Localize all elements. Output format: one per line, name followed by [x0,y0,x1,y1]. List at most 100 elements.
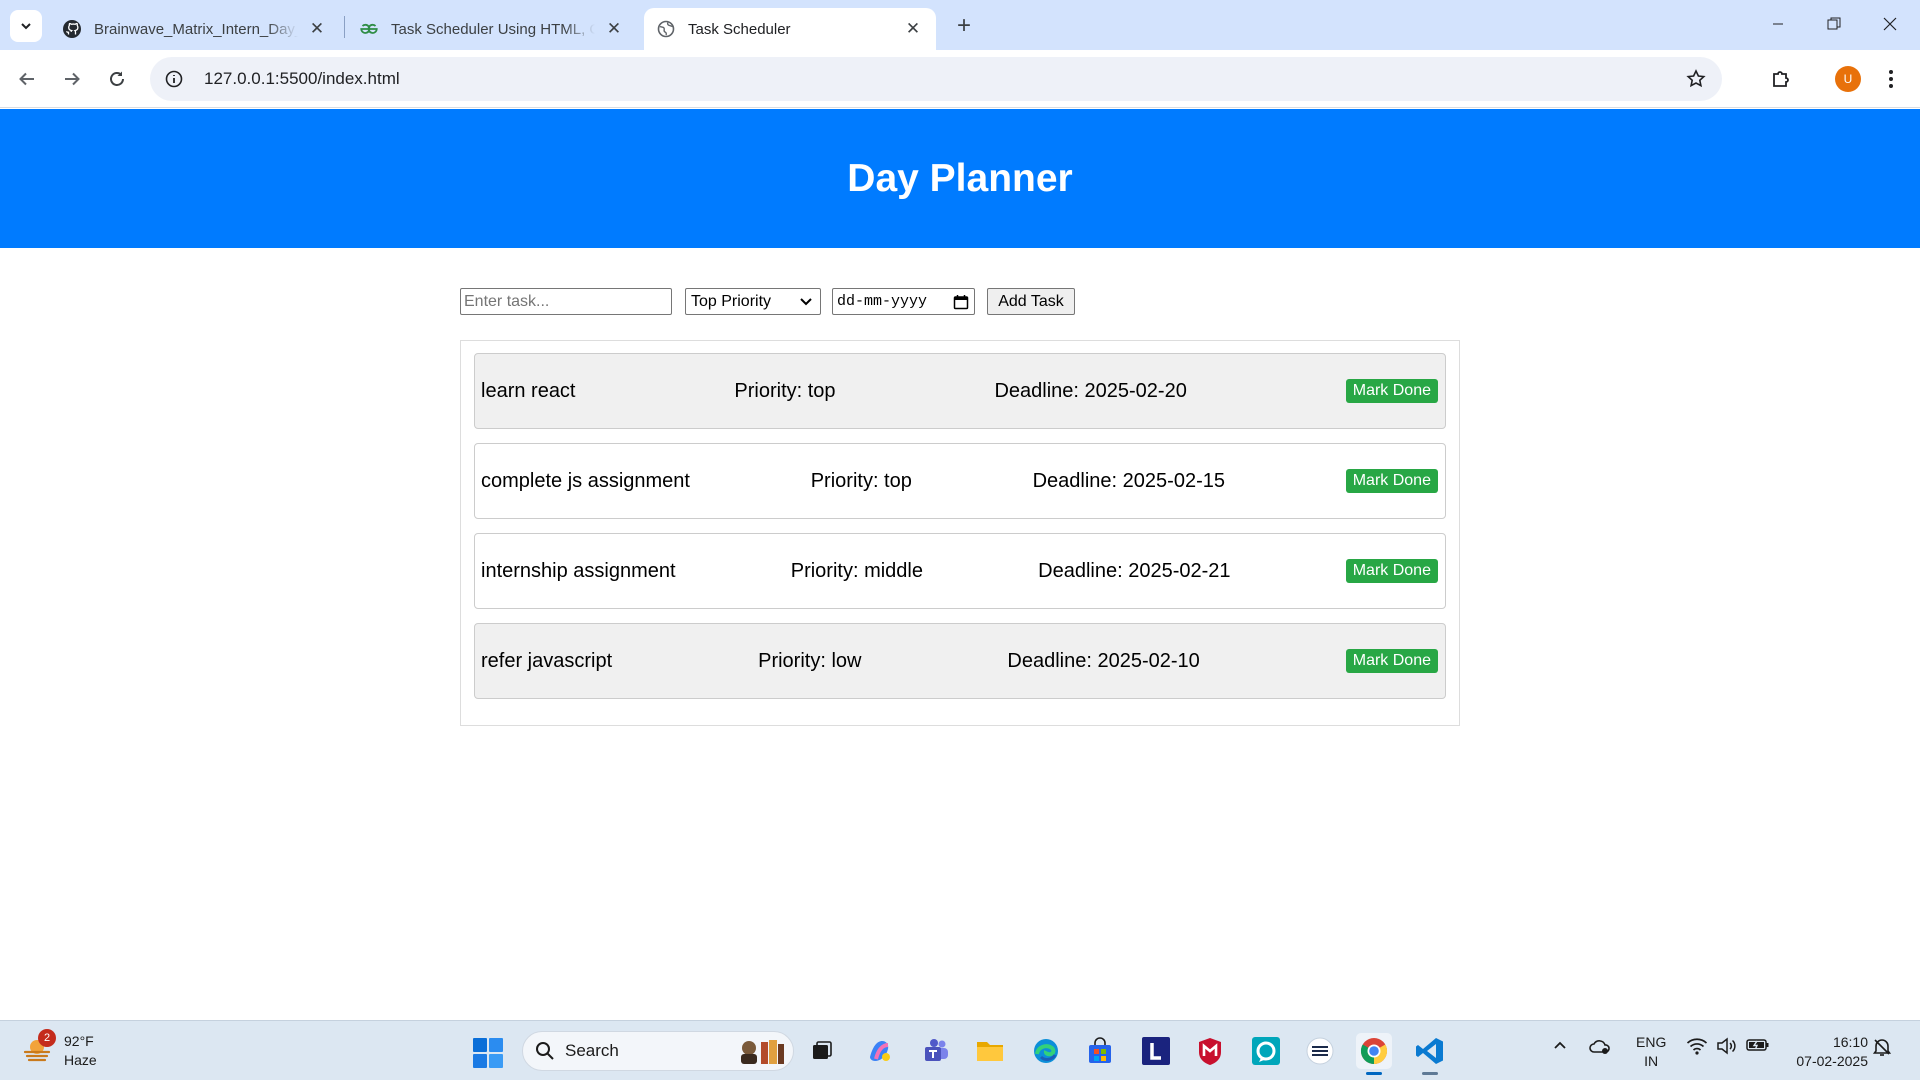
task-deadline: Deadline: 2025-02-10 [1007,649,1200,672]
weather-condition: Haze [64,1052,97,1068]
edge-browser-icon[interactable] [1028,1033,1064,1069]
tab-github[interactable]: Brainwave_Matrix_Intern_Day_P ✕ [50,8,340,50]
teams-icon[interactable] [918,1033,954,1069]
mark-done-button[interactable]: Mark Done [1345,649,1438,673]
close-icon[interactable]: ✕ [902,18,924,40]
nxtwave-icon[interactable] [1302,1033,1338,1069]
priority-select[interactable]: Top Priority [685,288,821,315]
bookmark-star-icon[interactable] [1682,65,1710,93]
minimize-icon [1773,23,1783,25]
taskbar-search[interactable]: Search [522,1031,794,1071]
more-menu-icon[interactable] [1874,62,1908,96]
task-deadline: Deadline: 2025-02-21 [1038,559,1231,582]
weather-widget[interactable]: 2 92°F Haze [22,1029,132,1073]
deadline-date-input[interactable]: dd-mm-yyyy [832,288,975,315]
vscode-icon[interactable] [1412,1033,1448,1075]
site-info-icon[interactable] [154,59,194,99]
forward-button[interactable] [55,62,89,96]
mark-done-button[interactable]: Mark Done [1345,469,1438,493]
notifications-bell-icon[interactable] [1872,1037,1892,1057]
browser-tab-strip: Brainwave_Matrix_Intern_Day_P ✕ Task Sch… [0,0,1920,50]
task-name: complete js assignment [481,469,690,492]
date-placeholder: dd-mm-yyyy [837,293,928,310]
chrome-icon[interactable] [1356,1033,1392,1075]
github-icon [62,19,82,39]
url-text: 127.0.0.1:5500/index.html [204,69,400,88]
alexa-icon[interactable] [1248,1033,1284,1069]
l-app-icon[interactable] [1138,1033,1174,1069]
calendar-icon[interactable] [953,294,969,310]
arrow-right-icon [65,72,80,86]
add-task-button[interactable]: Add Task [987,288,1075,315]
tab-title: Brainwave_Matrix_Intern_Day_P [94,20,298,38]
task-deadline: Deadline: 2025-02-15 [1032,469,1225,492]
microsoft-store-icon[interactable] [1082,1033,1118,1069]
language-indicator[interactable]: ENG IN [1636,1033,1666,1071]
clock-date: 07-02-2025 [1796,1053,1868,1069]
mcafee-icon[interactable] [1192,1033,1228,1069]
page-title: Day Planner [847,156,1073,200]
task-item: refer javascript Priority: low Deadline:… [474,623,1446,699]
notification-badge: 2 [38,1029,56,1047]
close-icon[interactable]: ✕ [306,18,328,40]
task-item: complete js assignment Priority: top Dea… [474,443,1446,519]
task-view-icon[interactable] [804,1033,840,1069]
extensions-icon[interactable] [1764,62,1798,96]
address-bar[interactable]: 127.0.0.1:5500/index.html [150,57,1722,101]
onedrive-sync-icon[interactable] [1588,1037,1612,1057]
tab-geeksforgeeks[interactable]: Task Scheduler Using HTML, CS ✕ [347,8,637,50]
reload-icon [110,71,124,86]
mark-done-button[interactable]: Mark Done [1345,379,1438,403]
battery-icon[interactable] [1746,1037,1770,1053]
close-window-button[interactable] [1862,0,1918,48]
task-priority: Priority: middle [790,559,923,582]
task-input[interactable] [460,288,672,315]
page-header: Day Planner [0,109,1920,248]
search-label: Search [565,1041,619,1060]
windows-start-icon[interactable] [472,1037,504,1069]
mark-done-button[interactable]: Mark Done [1345,559,1438,583]
task-name: learn react [481,379,576,402]
new-tab-button[interactable]: + [948,10,980,42]
close-icon[interactable]: ✕ [603,18,625,40]
language-code: ENG [1636,1034,1667,1050]
task-name: internship assignment [481,559,676,582]
search-highlight-icon [741,1040,784,1064]
plus-icon: + [956,12,971,39]
restore-button[interactable] [1806,0,1862,48]
wifi-icon[interactable] [1686,1037,1708,1055]
restore-icon [1827,17,1841,30]
task-priority: Priority: top [810,469,912,492]
task-list: learn react Priority: top Deadline: 2025… [460,340,1460,726]
globe-icon [656,19,676,39]
minimize-button[interactable] [1750,0,1806,48]
volume-icon[interactable] [1716,1037,1738,1055]
back-button[interactable] [10,62,44,96]
chevron-down-icon [21,23,31,30]
search-icon [536,1042,554,1060]
tab-title: Task Scheduler [688,20,791,38]
reload-button[interactable] [100,62,134,96]
task-name: refer javascript [481,649,613,672]
tab-separator [344,16,345,38]
language-region: IN [1644,1053,1659,1069]
profile-avatar[interactable]: U [1835,66,1861,92]
weather-temperature: 92°F [64,1033,94,1049]
task-priority: Priority: low [758,649,862,672]
close-icon [1883,17,1897,31]
copilot-icon[interactable] [862,1033,898,1069]
running-indicator [1366,1072,1382,1075]
arrow-left-icon [19,72,34,86]
task-item: internship assignment Priority: middle D… [474,533,1446,609]
file-explorer-icon[interactable] [972,1033,1008,1069]
chevron-down-icon [800,298,812,306]
browser-toolbar: 127.0.0.1:5500/index.html [0,50,1920,108]
tab-search-button[interactable] [10,10,42,42]
tab-title: Task Scheduler Using HTML, CS [391,20,595,38]
system-clock[interactable]: 16:10 07-02-2025 [1780,1033,1868,1071]
taskbar: 2 92°F Haze Search ENG IN 16:10 07-02-20… [0,1020,1920,1080]
show-hidden-icons-chevron-up-icon[interactable] [1552,1037,1568,1053]
priority-selected-value: Top Priority [691,292,772,310]
task-priority: Priority: top [734,379,836,402]
tab-task-scheduler[interactable]: Task Scheduler ✕ [644,8,936,50]
